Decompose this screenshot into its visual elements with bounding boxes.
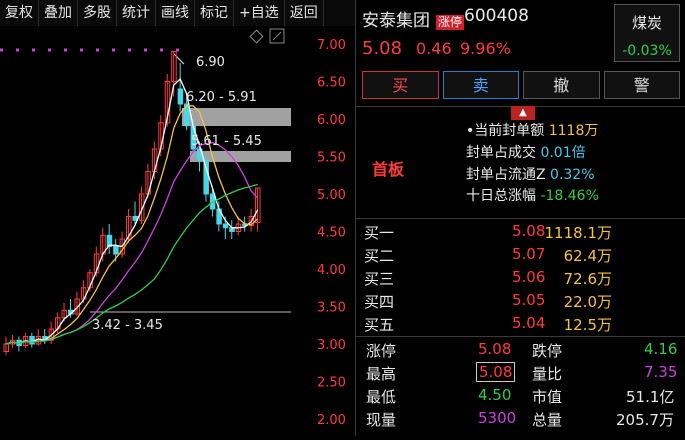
limit-down-label: 跌停 [532, 342, 563, 360]
current-volume-label: 现量 [366, 411, 397, 429]
stock-code: 600408 [464, 6, 529, 26]
candle-body [29, 336, 35, 345]
stock-name: 安泰集团 [362, 11, 430, 31]
seal-vs-float-row: 封单占流通Z 0.32% [466, 167, 595, 183]
order-book-row: 买三 5.06 72.6万 [364, 268, 612, 288]
y-axis-label: 3.00 [317, 338, 346, 353]
buy-button[interactable]: 买 [362, 71, 439, 99]
price-change: 0.46 [416, 39, 452, 58]
candle-body [177, 88, 184, 105]
high-pointer [173, 53, 185, 65]
toolbar-draw-line-button[interactable]: 画线 [156, 0, 195, 26]
limit-up-badge: 涨停 [436, 15, 465, 30]
toolbar-adjust-button[interactable]: 复权 [0, 0, 39, 26]
alert-button[interactable]: 警 [603, 71, 680, 99]
current-price: 5.08 [362, 38, 403, 59]
high-label: 最高 [366, 365, 397, 383]
limit-down-value: 4.16 [644, 340, 678, 358]
toolbar-stats-button[interactable]: 统计 [117, 0, 156, 26]
toolbar-overlay-button[interactable]: 叠加 [39, 0, 78, 26]
chart-toolbar: 复权 叠加 多股 统计 画线 标记 +自选 返回 [0, 0, 355, 26]
chart-expand-icon[interactable] [269, 28, 285, 44]
zone2-label: 5.61 - 5.45 [191, 134, 262, 149]
y-axis-label: 2.00 [317, 413, 346, 428]
candle-body [203, 159, 209, 195]
total-volume-value: 205.7万 [616, 411, 674, 429]
y-axis-label: 4.50 [317, 226, 346, 241]
sector-change: -0.03% [622, 43, 672, 59]
sector-name: 煤炭 [631, 14, 662, 32]
price-change-pct: 9.96% [460, 39, 511, 58]
order-book-row: 买二 5.07 62.4万 [364, 245, 612, 265]
order-book-row: 买四 5.05 22.0万 [364, 291, 612, 311]
zone1-label: 6.20 - 5.91 [186, 90, 257, 105]
y-axis-label: 6.00 [317, 113, 346, 128]
toolbar-back-button[interactable]: 返回 [285, 0, 324, 26]
first-board-tag: 首板 [372, 160, 405, 179]
y-axis-label: 5.00 [317, 188, 346, 203]
y-axis-label: 5.50 [317, 151, 346, 166]
order-book-row: 买五 5.04 12.5万 [364, 314, 612, 334]
market-cap-label: 市值 [532, 388, 563, 406]
limit-up-value: 5.08 [478, 340, 512, 358]
ten-day-gain-row: 十日总涨幅 -18.46% [466, 188, 599, 204]
separator [356, 336, 685, 337]
cancel-order-button[interactable]: 撤 [523, 71, 600, 99]
volume-ratio-label: 量比 [532, 365, 563, 383]
kline-svg: 7.00 6.50 6.00 5.50 5.00 4.50 4.00 3.50 3.00 2.50… [0, 28, 346, 428]
y-axis-label: 6.50 [317, 76, 346, 91]
volume-ratio-value: 7.35 [644, 363, 678, 381]
current-volume-value: 5300 [478, 409, 517, 427]
limit-up-label: 涨停 [366, 342, 397, 360]
order-book-row: 买一 5.08 1118.1万 [364, 222, 612, 242]
sell-button[interactable]: 卖 [442, 71, 519, 99]
seal-amount-row: •当前封单额 1118万 [466, 123, 599, 139]
kline-chart[interactable]: 7.00 6.50 6.00 5.50 5.00 4.50 4.00 3.50 3.00 2.50… [0, 26, 355, 436]
zone3-label: 3.42 - 3.45 [92, 318, 163, 333]
y-axis-label: 2.50 [317, 376, 346, 391]
candle-body [113, 246, 119, 255]
total-volume-label: 总量 [532, 411, 563, 429]
market-cap-value: 51.1亿 [626, 388, 675, 406]
toolbar-add-watchlist-button[interactable]: +自选 [234, 0, 285, 26]
sector-button[interactable]: 煤炭 -0.03% [614, 4, 680, 62]
toolbar-multi-stock-button[interactable]: 多股 [78, 0, 117, 26]
trade-buttons: 买 卖 撤 警 [362, 71, 680, 99]
candle-body [222, 223, 229, 229]
y-axis-label: 4.00 [317, 263, 346, 278]
high-value: 5.08 [476, 362, 516, 382]
seal-vs-turnover-row: 封单占成交 0.01倍 [466, 145, 586, 161]
quote-panel: 安泰集团 涨停 600408 5.08 0.46 9.96% 煤炭 -0.03%… [356, 0, 685, 436]
ma20-line [5, 142, 259, 345]
y-axis-label: 3.50 [317, 301, 346, 316]
low-value: 4.50 [478, 386, 512, 404]
low-label: 最低 [366, 388, 397, 406]
separator [356, 218, 685, 219]
y-axis-label: 7.00 [317, 38, 346, 53]
chart-settings-icon[interactable] [249, 29, 264, 44]
toolbar-mark-button[interactable]: 标记 [195, 0, 234, 26]
collapse-caret-icon[interactable]: ▲ [511, 106, 535, 120]
high-annotation: 6.90 [196, 55, 225, 70]
